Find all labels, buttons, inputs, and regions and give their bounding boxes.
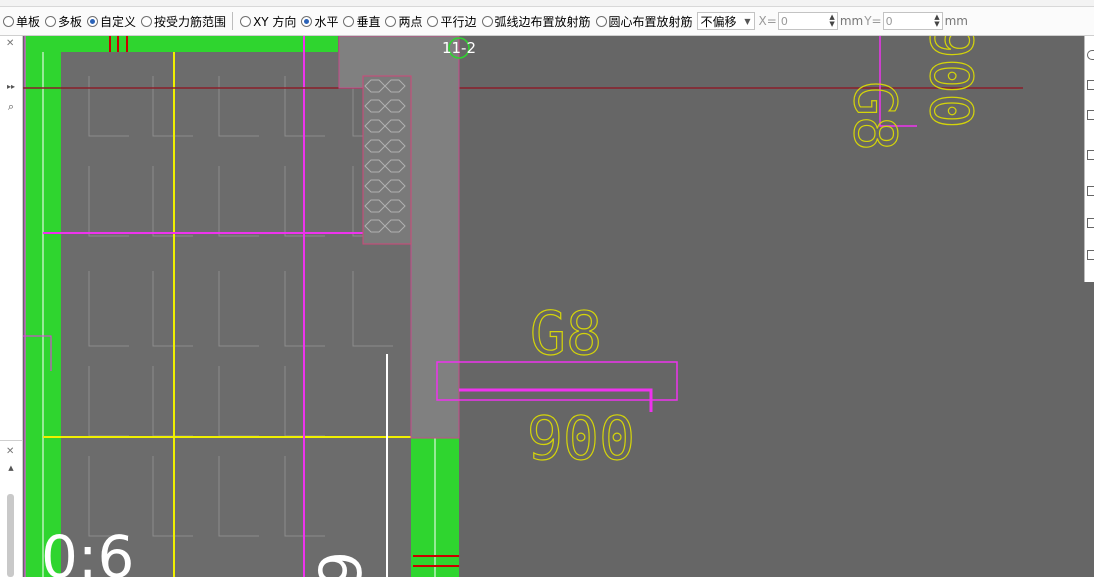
radio-single-slab[interactable] [3,15,14,27]
option-vertical[interactable]: 垂直 [340,13,380,30]
right-tool-panel [1084,36,1094,282]
tool-icon[interactable] [1087,110,1094,120]
option-label: 水平 [314,14,339,29]
spinner-arrows-icon[interactable]: ▲ ▼ [934,14,939,28]
rebar-length-label: 900 [527,404,635,474]
offset-select-value: 不偏移 [700,14,737,29]
expand-arrows-icon[interactable]: ▸▸ [4,82,18,91]
option-label: XY 方向 [253,14,297,29]
option-label: 自定义 [100,14,137,29]
offset-select[interactable]: 不偏移 ▼ [696,12,755,30]
ribbon-strip [0,0,1094,7]
option-horizontal[interactable]: 水平 [298,13,338,30]
option-xy-direction[interactable]: XY 方向 [237,13,296,30]
option-label: 圆心布置放射筋 [608,14,693,29]
rebar-grade-label: G8 [530,299,602,369]
option-label: 单板 [16,14,41,29]
y-coordinate-value: 0 [885,14,893,28]
scrollbar-thumb[interactable] [7,494,14,577]
green-beam-top [25,36,338,52]
close-icon[interactable]: ✕ [6,38,14,49]
option-two-points[interactable]: 两点 [382,13,422,30]
scale-text: 0:6 [41,523,134,577]
left-dock-panel: ✕ ▸▸ ⌕ ✕ ▲ [0,36,23,577]
search-icon[interactable]: ⌕ [4,100,18,114]
radio-by-main-rebar-range[interactable] [141,15,153,27]
option-label: 平行边 [440,14,477,29]
option-parallel-edge[interactable]: 平行边 [424,13,477,30]
option-center-radial[interactable]: 圆心布置放射筋 [593,13,693,30]
rebar-layout-toolbar: 单板 多板 自定义 按受力筋范围 XY 方向 水平 垂直 两点 平行边 弧线边布… [0,7,1094,36]
option-label: 弧线边布置放射筋 [494,14,591,29]
radio-two-points[interactable] [385,15,397,27]
y-field-label: Y= [864,14,882,28]
rebar-grade-label-rotated: G8 [841,81,909,151]
spinner-arrows-icon[interactable]: ▲ ▼ [829,14,834,28]
y-coordinate-input[interactable]: 0 ▲ ▼ [882,12,943,30]
chevron-down-icon: ▼ [744,16,751,26]
rebar-length-label-rotated: 900 [917,36,985,128]
radio-arc-edge-radial[interactable] [481,15,493,27]
toolbar-separator [232,12,234,30]
x-field-unit: mm [839,14,864,28]
close-icon[interactable]: ✕ [6,446,14,457]
tool-icon[interactable] [1087,50,1094,60]
radio-parallel-edge[interactable] [427,15,439,27]
radio-custom[interactable] [87,15,99,27]
radio-xy-direction[interactable] [240,15,252,27]
drawing-canvas[interactable]: 11-2 G8 900 G8 900 0:6 6 [23,36,1094,577]
slab-region [61,52,411,577]
option-multi-slab[interactable]: 多板 [42,13,82,30]
option-label: 按受力筋范围 [154,14,227,29]
scroll-up-icon[interactable]: ▲ [4,464,18,472]
tool-icon[interactable] [1087,218,1094,228]
radio-vertical[interactable] [343,15,355,27]
tool-icon[interactable] [1087,80,1094,90]
option-label: 垂直 [356,14,381,29]
option-by-main-rebar-range[interactable]: 按受力筋范围 [138,13,226,30]
tool-icon[interactable] [1087,186,1094,196]
option-single-slab[interactable]: 单板 [0,13,40,30]
option-custom[interactable]: 自定义 [84,13,136,30]
radio-multi-slab[interactable] [45,15,57,27]
x-coordinate-input[interactable]: 0 ▲ ▼ [777,12,838,30]
grid-label-text: 11-2 [442,39,476,57]
option-arc-edge-radial[interactable]: 弧线边布置放射筋 [479,13,591,30]
tool-icon[interactable] [1087,250,1094,260]
y-field-unit: mm [944,14,968,28]
partial-glyph-text: 6 [305,551,373,577]
option-label: 两点 [398,14,423,29]
panel-divider [0,440,22,441]
x-field-label: X= [758,14,777,28]
radio-horizontal[interactable] [301,15,313,27]
tool-icon[interactable] [1087,150,1094,160]
radio-center-radial[interactable] [595,15,607,27]
x-coordinate-value: 0 [780,14,788,28]
option-label: 多板 [58,14,83,29]
